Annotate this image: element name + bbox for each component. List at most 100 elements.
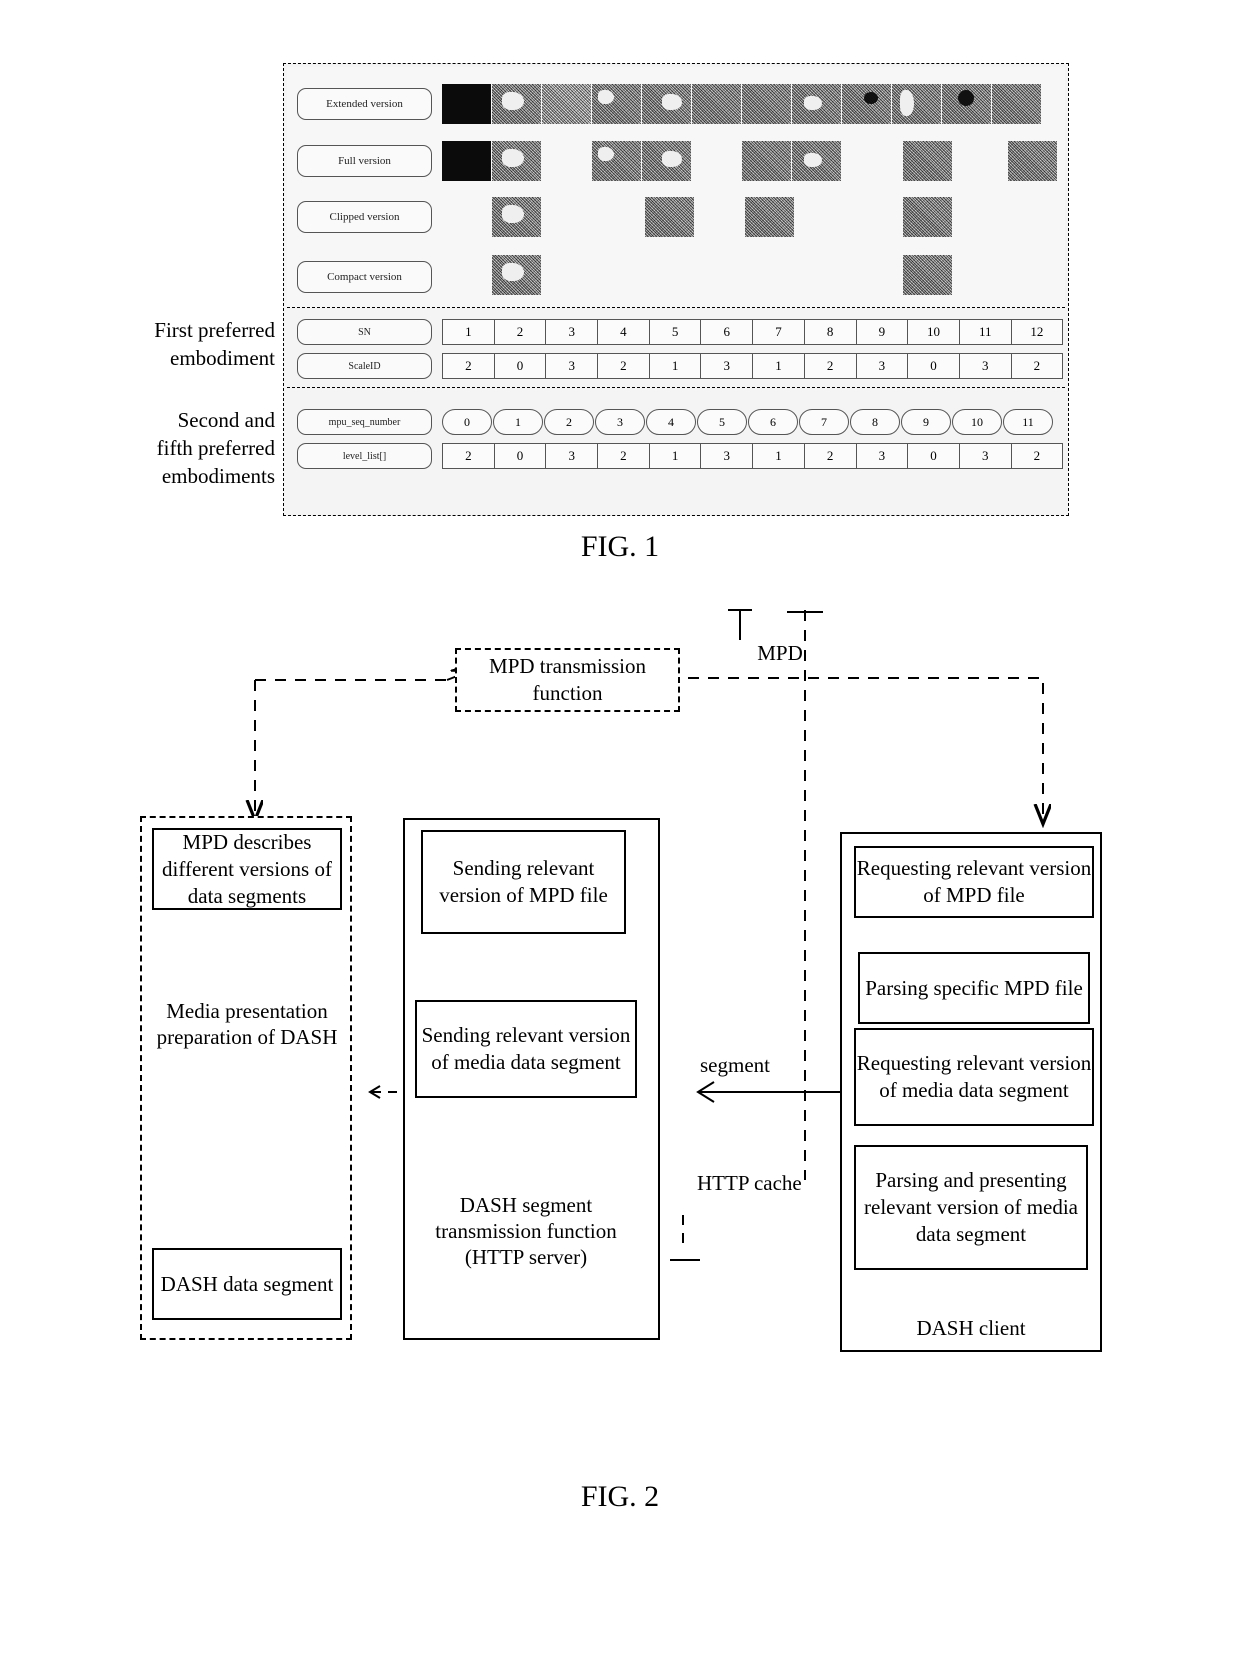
table-cell: 3 bbox=[545, 353, 599, 379]
table-cell: 3 bbox=[595, 409, 645, 435]
side-note-text: Second and fifth preferred embodiments bbox=[156, 408, 275, 488]
thumb-compact-2 bbox=[903, 255, 952, 295]
table-cell: 3 bbox=[855, 443, 909, 469]
table-cell: 6 bbox=[700, 319, 754, 345]
side-note-text: First preferred embodiment bbox=[154, 318, 275, 370]
thumb-compact-1 bbox=[492, 255, 541, 295]
table-cell: 12 bbox=[1010, 319, 1064, 345]
row-label-text: Clipped version bbox=[329, 211, 400, 223]
row-label-text: Extended version bbox=[326, 98, 403, 110]
table-cell: 3 bbox=[958, 443, 1012, 469]
thumb-clipped-4 bbox=[903, 197, 952, 237]
requesting-mpd-file-box: Requesting relevant version of MPD file bbox=[854, 846, 1094, 918]
thumb-extended-5 bbox=[642, 84, 691, 124]
thumb-clipped-2 bbox=[645, 197, 694, 237]
table-cell: 11 bbox=[958, 319, 1012, 345]
table-cell: 10 bbox=[952, 409, 1002, 435]
side-note-first-embodiment: First preferred embodiment bbox=[110, 316, 275, 372]
table-cell: 0 bbox=[493, 443, 547, 469]
row-label-text: Full version bbox=[338, 155, 391, 167]
table-cell: 0 bbox=[907, 443, 960, 469]
table-cell: 7 bbox=[799, 409, 849, 435]
requesting-media-segment-box: Requesting relevant version of media dat… bbox=[854, 1028, 1094, 1126]
thumb-extended-8 bbox=[792, 84, 841, 124]
table-cell: 1 bbox=[752, 353, 805, 379]
table-cell: 2 bbox=[803, 443, 857, 469]
requesting-media-segment-label: Requesting relevant version of media dat… bbox=[856, 1051, 1092, 1102]
figure1-table-first-embodiment: SN ScaleID 1 2 3 4 5 6 7 8 9 10 11 12 203213123032 bbox=[287, 310, 1065, 388]
row-label-extended-version: Extended version bbox=[297, 88, 432, 120]
label-text: SN bbox=[358, 326, 371, 338]
table-cell: 0 bbox=[907, 353, 960, 379]
thumb-extended-6 bbox=[692, 84, 741, 124]
segment-label: segment bbox=[700, 1053, 770, 1077]
table1-rowlabel-sn: SN bbox=[297, 319, 432, 345]
table-cell: 4 bbox=[597, 319, 650, 345]
mpd-transmission-function-box: MPD transmission function bbox=[455, 648, 680, 712]
table-cell: 6 bbox=[748, 409, 798, 435]
table-cell: 8 bbox=[850, 409, 900, 435]
sending-mpd-file-box: Sending relevant version of MPD file bbox=[421, 830, 626, 934]
table-cell: 2 bbox=[803, 353, 857, 379]
table-cell: 2 bbox=[597, 443, 650, 469]
table-cell: 3 bbox=[545, 319, 599, 345]
row-label-compact-version: Compact version bbox=[297, 261, 432, 293]
parsing-presenting-media-segment-box: Parsing and presenting relevant version … bbox=[854, 1145, 1088, 1270]
thumb-clipped-3 bbox=[745, 197, 794, 237]
http-cache-label: HTTP cache bbox=[697, 1170, 807, 1196]
table-cell: 2 bbox=[1010, 443, 1064, 469]
table-cell: 7 bbox=[752, 319, 805, 345]
table-cell: 1 bbox=[752, 443, 805, 469]
mpd-describes-versions-box: MPD describes different versions of data… bbox=[152, 828, 342, 910]
table-cell: 2 bbox=[442, 353, 495, 379]
table-cell: 3 bbox=[855, 353, 909, 379]
parsing-presenting-media-segment-label: Parsing and presenting relevant version … bbox=[864, 1168, 1078, 1246]
table-cell: 1 bbox=[648, 443, 702, 469]
side-note-second-fifth-embodiments: Second and fifth preferred embodiments bbox=[95, 406, 275, 490]
table-cell: 2 bbox=[493, 319, 547, 345]
table-cell: 3 bbox=[700, 443, 754, 469]
thumb-full-7 bbox=[903, 141, 952, 181]
thumb-clipped-1 bbox=[492, 197, 541, 237]
label-text: level_list[] bbox=[342, 450, 387, 462]
label-text: mpu_seq_number bbox=[328, 416, 401, 428]
table-cell: 2 bbox=[442, 443, 495, 469]
table-cell: 2 bbox=[597, 353, 650, 379]
table1-row-scaleid: 203213123032 bbox=[442, 353, 1064, 379]
table-cell: 5 bbox=[648, 319, 702, 345]
figure-2: MPD transmission function MPD MPD descri… bbox=[0, 600, 1240, 1661]
table1-rowlabel-scaleid: ScaleID bbox=[297, 353, 432, 379]
sending-mpd-file-label: Sending relevant version of MPD file bbox=[439, 856, 608, 907]
table-cell: 1 bbox=[493, 409, 543, 435]
dash-segment-transmission-title: DASH segment transmission function (HTTP… bbox=[435, 1193, 617, 1269]
requesting-mpd-file-label: Requesting relevant version of MPD file bbox=[856, 856, 1092, 907]
label-text: ScaleID bbox=[348, 360, 381, 372]
figure2-caption: FIG. 2 bbox=[580, 1480, 660, 1513]
table-cell: 2 bbox=[544, 409, 594, 435]
table2-rowlabel-level-list: level_list[] bbox=[297, 443, 432, 469]
thumb-full-6 bbox=[792, 141, 841, 181]
table-cell: 9 bbox=[855, 319, 909, 345]
sending-media-segment-box: Sending relevant version of media data s… bbox=[415, 1000, 637, 1098]
http-cache-text: HTTP cache bbox=[697, 1171, 802, 1195]
thumb-extended-2 bbox=[492, 84, 541, 124]
thumb-full-5 bbox=[742, 141, 791, 181]
sending-media-segment-label: Sending relevant version of media data s… bbox=[421, 1023, 631, 1074]
dash-data-segment-box: DASH data segment bbox=[152, 1248, 342, 1320]
table-cell: 0 bbox=[493, 353, 547, 379]
table-cell: 3 bbox=[700, 353, 754, 379]
figure1-table-second-fifth-embodiment: mpu_seq_number level_list[] 0 1 2 3 4 5 6 7 8 9 10… bbox=[287, 400, 1065, 480]
thumb-extended-10 bbox=[892, 84, 941, 124]
thumb-extended-9 bbox=[842, 84, 891, 124]
dash-data-segment-label: DASH data segment bbox=[160, 1271, 334, 1296]
row-label-clipped-version: Clipped version bbox=[297, 201, 432, 233]
thumb-full-3 bbox=[592, 141, 641, 181]
row-label-full-version: Full version bbox=[297, 145, 432, 177]
dash-client-title: DASH client bbox=[916, 1316, 1026, 1340]
table-cell: 10 bbox=[907, 319, 960, 345]
parsing-mpd-file-box: Parsing specific MPD file bbox=[858, 952, 1090, 1024]
thumb-full-1 bbox=[442, 141, 491, 181]
table2-rowlabel-mpu-seq-number: mpu_seq_number bbox=[297, 409, 432, 435]
thumb-extended-1 bbox=[442, 84, 491, 124]
table-cell: 1 bbox=[648, 353, 702, 379]
